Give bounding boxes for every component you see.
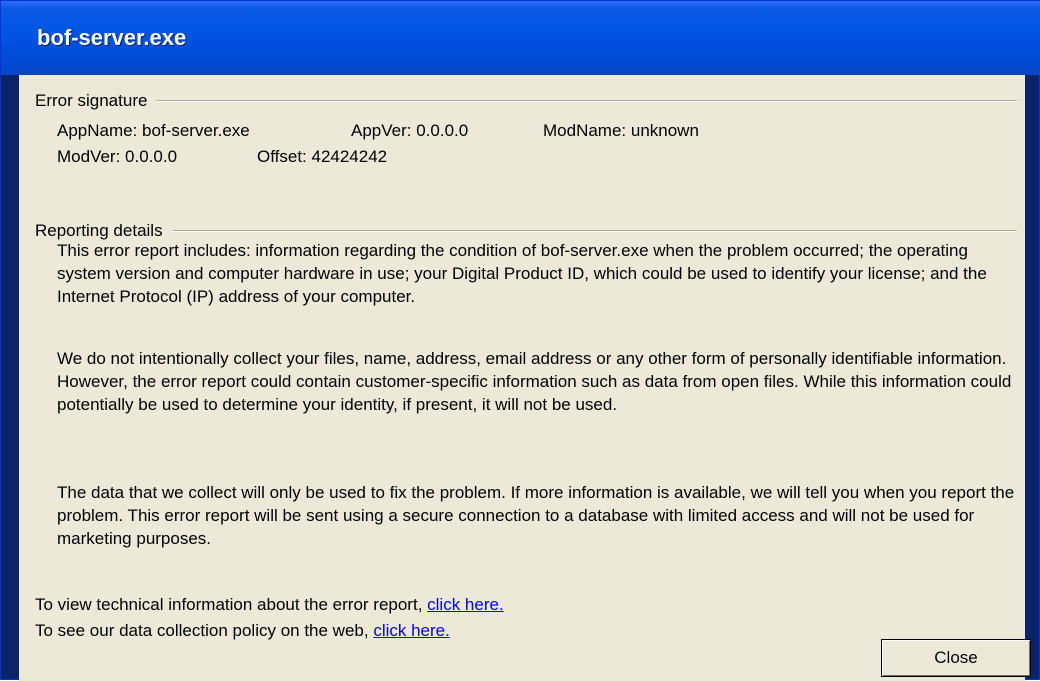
app-ver-value: AppVer: 0.0.0.0 — [351, 121, 469, 140]
error-report-window: bof-server.exe Error signature AppName: … — [0, 0, 1040, 681]
mod-name-value: ModName: unknown — [543, 121, 699, 140]
technical-info-text: To view technical information about the … — [35, 595, 423, 614]
reporting-details-heading: Reporting details — [35, 221, 163, 240]
offset-value: Offset: 42424242 — [257, 147, 388, 166]
app-name-value: AppName: bof-server.exe — [57, 121, 250, 140]
dialog-body: Error signature AppName: bof-server.exe … — [19, 75, 1031, 681]
mod-ver-value: ModVer: 0.0.0.0 — [57, 147, 178, 166]
reporting-paragraph-3: The data that we collect will only be us… — [57, 483, 1015, 548]
reporting-paragraph-2: We do not intentionally collect your fil… — [57, 349, 1012, 414]
error-signature-heading: Error signature — [35, 91, 148, 110]
data-policy-line: To see our data collection policy on the… — [35, 621, 450, 641]
error-signature-divider — [157, 100, 1017, 102]
title-bar[interactable]: bof-server.exe — [1, 1, 1040, 75]
reporting-details-divider — [172, 230, 1017, 232]
window-title: bof-server.exe — [37, 25, 187, 50]
data-policy-link[interactable]: click here. — [373, 621, 450, 640]
error-signature-group: Error signature — [35, 89, 1017, 113]
technical-info-link[interactable]: click here. — [427, 595, 504, 614]
technical-info-line: To view technical information about the … — [35, 595, 504, 615]
close-button[interactable]: Close — [881, 639, 1031, 677]
reporting-paragraph-1: This error report includes: information … — [57, 241, 987, 306]
data-policy-text: To see our data collection policy on the… — [35, 621, 369, 640]
